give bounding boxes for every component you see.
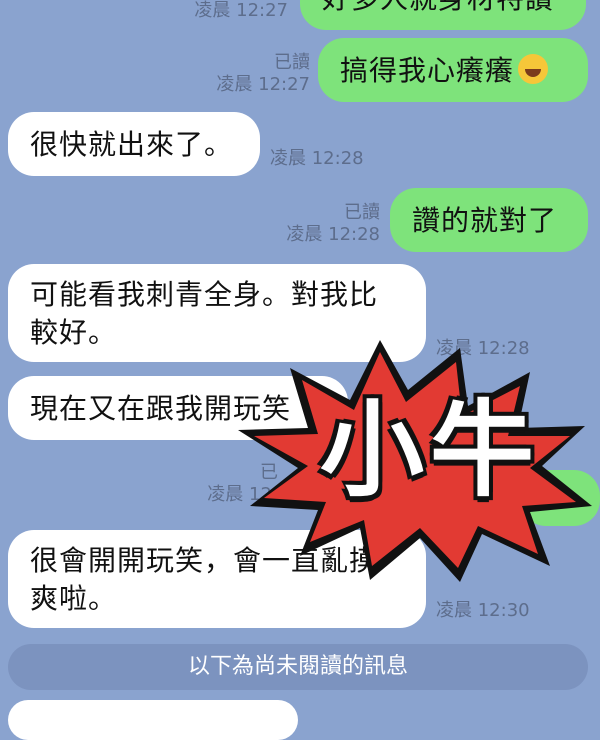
message-bubble-outgoing[interactable]: 讚的就對了 (390, 188, 588, 252)
read-receipt: 已讀 (274, 52, 310, 73)
message-bubble-outgoing[interactable]: 搞得我心癢癢 (318, 38, 588, 102)
grinning-sweat-emoji-icon (518, 54, 549, 84)
message-meta: 已讀 凌晨 12:27 (216, 52, 310, 96)
sticker-label: 小牛 (320, 389, 541, 511)
message-time: 凌晨 12:27 (194, 0, 288, 21)
message-meta: 已讀 凌晨 12:28 (286, 202, 380, 246)
message-time: 凌晨 12:28 (270, 148, 364, 169)
message-time: 凌晨 12:28 (286, 224, 380, 245)
message-bubble-incoming[interactable] (8, 700, 298, 740)
unread-messages-divider: 以下為尚未閱讀的訊息 (8, 644, 588, 690)
message-text: 很快就出來了。 (30, 128, 234, 161)
message-time: 凌晨 12:30 (436, 600, 530, 621)
message-time: 凌晨 12:27 (216, 74, 310, 95)
message-bubble-incoming[interactable]: 很快就出來了。 (8, 112, 260, 176)
message-bubble-outgoing[interactable]: 好多人就身材特讚 (300, 0, 586, 30)
read-receipt: 已讀 (344, 202, 380, 223)
starburst-sticker: 小牛 (230, 330, 600, 590)
message-text: 搞得我心癢癢 (340, 54, 515, 87)
message-text: 讚的就對了 (412, 204, 558, 237)
message-text: 好多人就身材特讚 (322, 0, 554, 15)
